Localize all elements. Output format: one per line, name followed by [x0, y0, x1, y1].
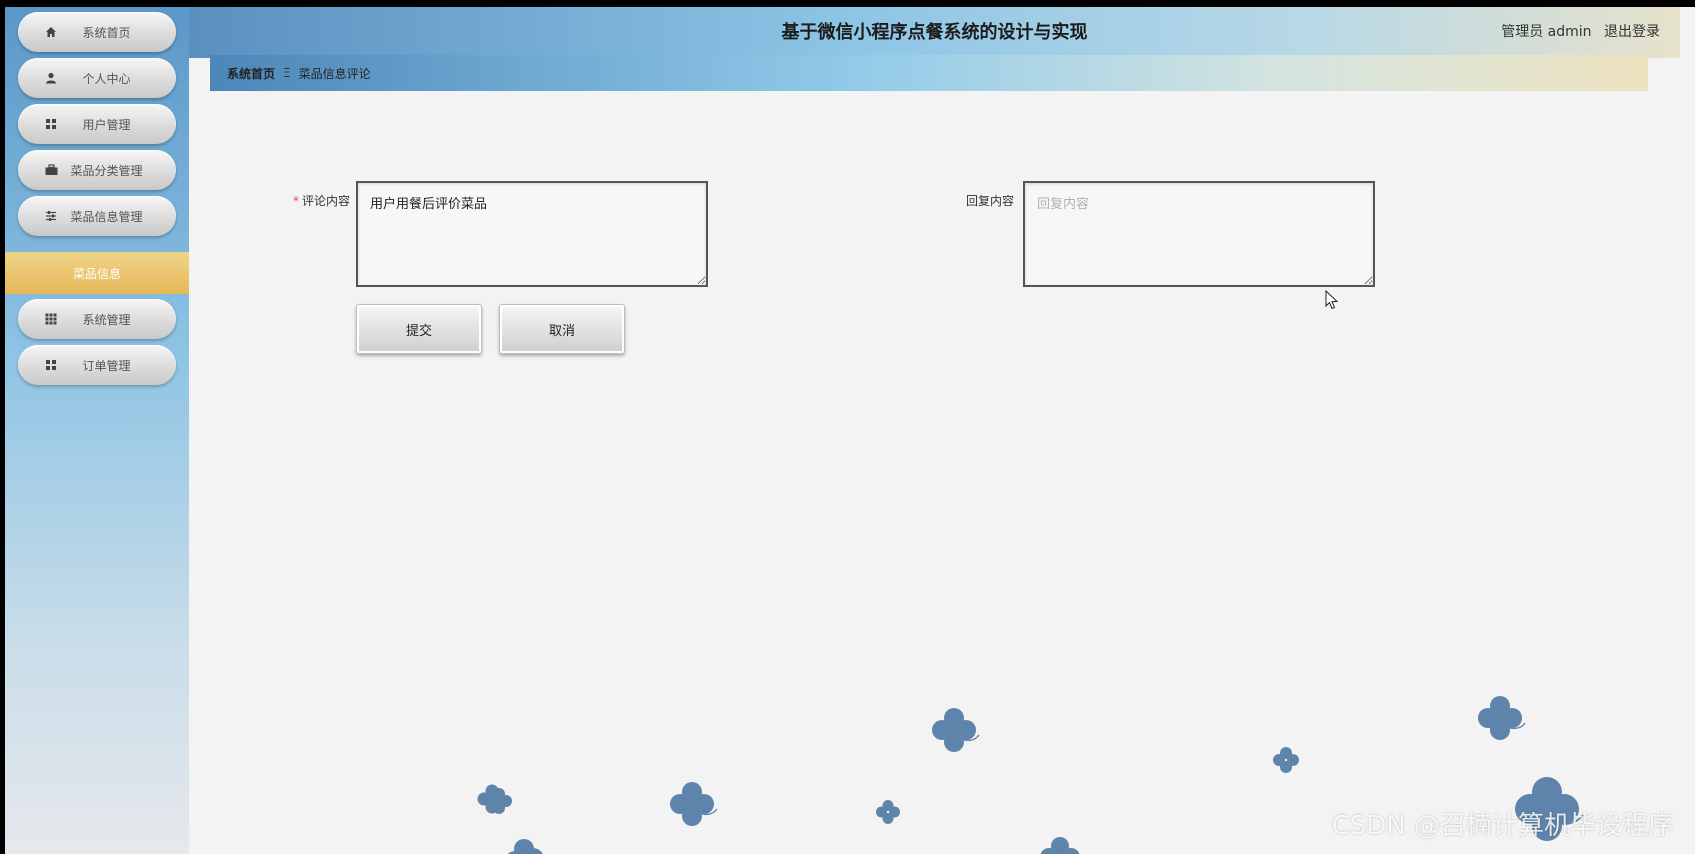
- flower-decoration: [932, 708, 980, 752]
- sidebar-item-users[interactable]: 用户管理: [18, 104, 176, 144]
- sidebar-item-label: 系统管理: [82, 312, 131, 327]
- reply-label: 回复内容: [914, 192, 1014, 209]
- comment-label: * 评论内容: [250, 192, 350, 209]
- flower-decoration: [1040, 837, 1080, 854]
- sidebar-item-label: 用户管理: [82, 117, 131, 132]
- flower-decoration: [876, 800, 900, 824]
- mouse-cursor-icon: [1325, 290, 1339, 310]
- required-mark: *: [292, 194, 299, 208]
- grid-icon: [43, 357, 59, 373]
- sidebar-item-label: 个人中心: [82, 71, 131, 86]
- sidebar-item-label: 菜品信息管理: [70, 209, 143, 224]
- comment-label-text: 评论内容: [301, 194, 350, 208]
- sidebar-item-label: 系统首页: [82, 25, 131, 40]
- user-icon: [43, 70, 59, 86]
- sidebar-item-dish-info-active[interactable]: 菜品信息: [5, 252, 189, 294]
- flower-decoration: [670, 782, 718, 826]
- sidebar: 系统首页 个人中心 用户管理 菜品分类管理 菜品信息管理 菜品信息 系统管理 订…: [5, 7, 189, 854]
- submit-button-label: 提交: [405, 323, 432, 339]
- reply-textarea[interactable]: [1023, 181, 1375, 287]
- briefcase-icon: [43, 162, 59, 178]
- comment-textarea[interactable]: 用户用餐后评价菜品: [356, 181, 708, 287]
- scrollbar-area: [1680, 7, 1695, 854]
- sidebar-item-label: 订单管理: [82, 358, 131, 373]
- sidebar-item-home[interactable]: 系统首页: [18, 12, 176, 52]
- flower-decoration: [507, 839, 543, 854]
- flower-decoration: [1478, 696, 1526, 740]
- sidebar-item-label: 菜品分类管理: [70, 163, 143, 178]
- header: 基于微信小程序点餐系统的设计与实现 管理员 admin 退出登录: [189, 7, 1680, 58]
- sidebar-item-dish-category[interactable]: 菜品分类管理: [18, 150, 176, 190]
- header-user-area: 管理员 admin 退出登录: [1493, 7, 1660, 58]
- cancel-button-label: 取消: [548, 323, 575, 339]
- home-icon: [43, 24, 59, 40]
- reply-label-text: 回复内容: [965, 194, 1014, 208]
- sidebar-item-label: 菜品信息: [72, 266, 121, 281]
- watermark: CSDN @召楠计算机毕设程序: [1331, 811, 1674, 841]
- app-window: 系统首页 个人中心 用户管理 菜品分类管理 菜品信息管理 菜品信息 系统管理 订…: [5, 7, 1680, 854]
- breadcrumb-home-link[interactable]: 系统首页: [227, 65, 275, 82]
- flower-decoration: [1273, 747, 1299, 773]
- flower-decoration: [486, 788, 512, 814]
- breadcrumb: 系统首页 Ξ 菜品信息评论: [210, 55, 1648, 91]
- page-title: 基于微信小程序点餐系统的设计与实现: [781, 22, 1088, 43]
- sidebar-item-profile[interactable]: 个人中心: [18, 58, 176, 98]
- sliders-icon: [43, 208, 59, 224]
- cancel-button[interactable]: 取消: [499, 304, 625, 354]
- breadcrumb-separator: Ξ: [283, 66, 291, 80]
- submit-button[interactable]: 提交: [356, 304, 482, 354]
- logout-link[interactable]: 退出登录: [1604, 24, 1660, 40]
- sidebar-item-dish-info[interactable]: 菜品信息管理: [18, 196, 176, 236]
- grid9-icon: [43, 311, 59, 327]
- sidebar-item-system[interactable]: 系统管理: [18, 299, 176, 339]
- grid-icon: [43, 116, 59, 132]
- sidebar-item-orders[interactable]: 订单管理: [18, 345, 176, 385]
- user-role-label: 管理员 admin: [1501, 24, 1592, 40]
- breadcrumb-current: 菜品信息评论: [298, 66, 371, 81]
